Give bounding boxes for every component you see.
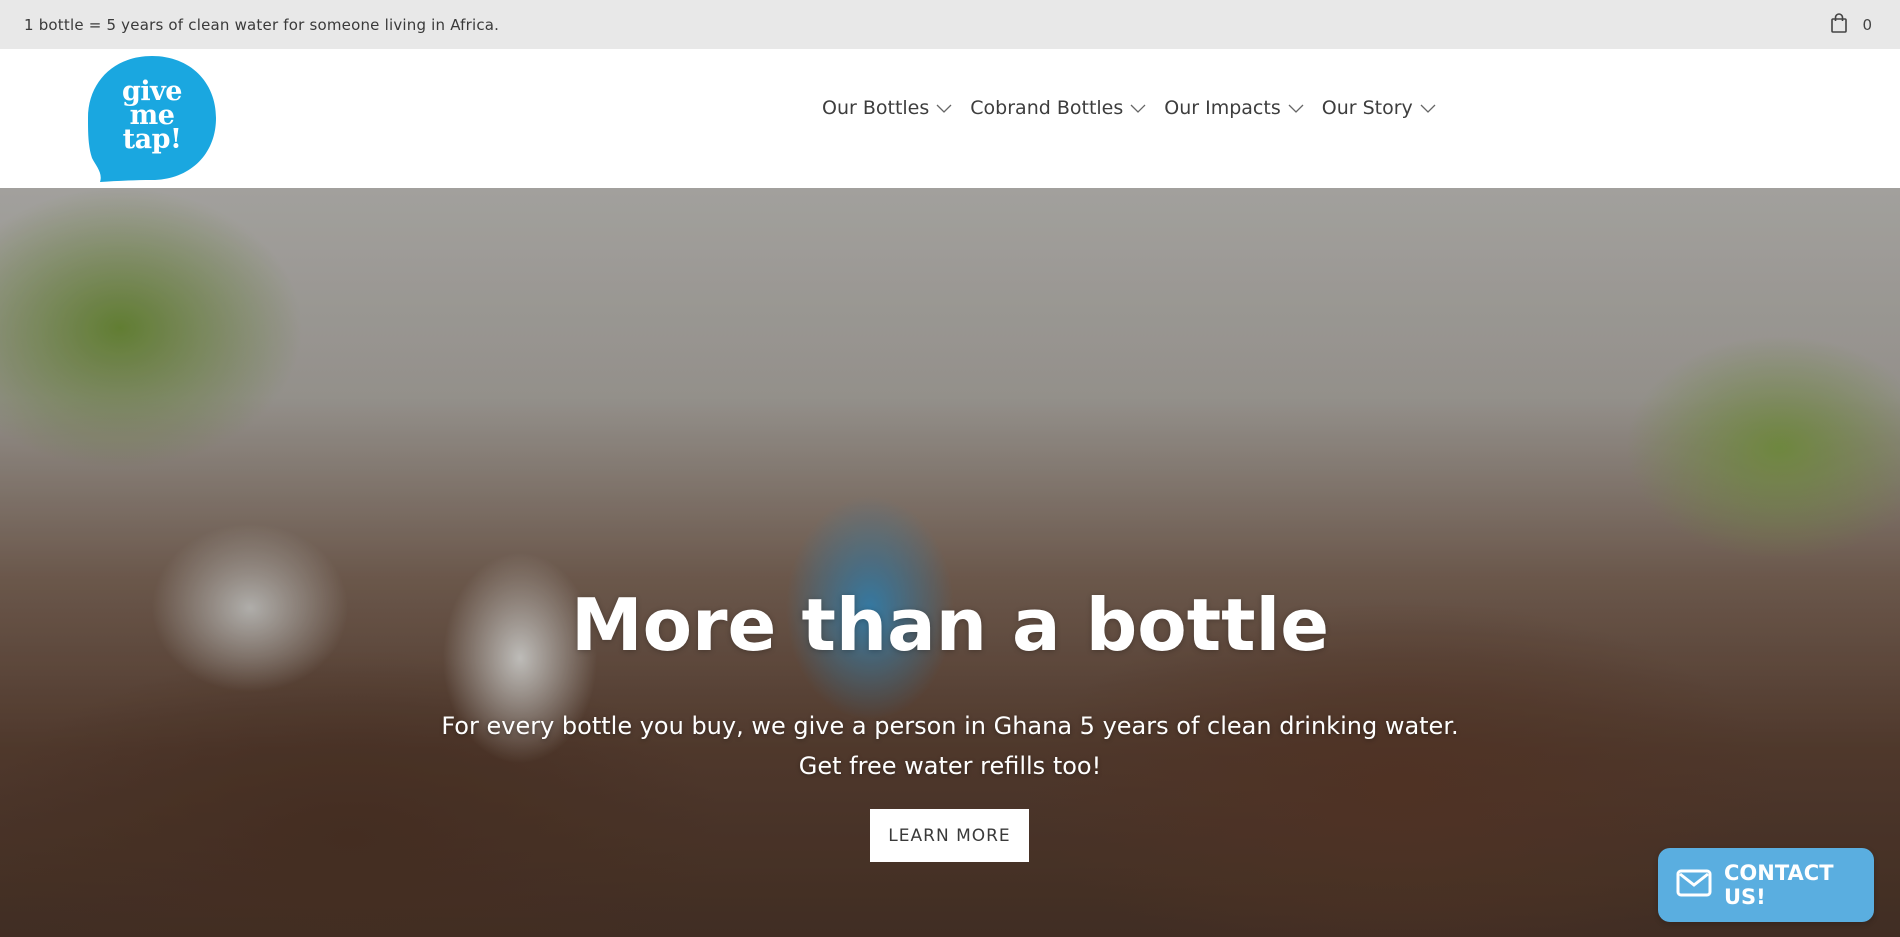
chevron-down-icon (936, 97, 952, 119)
nav-item-label: Our Story (1321, 97, 1413, 119)
announcement-text: 1 bottle = 5 years of clean water for so… (24, 15, 500, 34)
chevron-down-icon (1420, 97, 1436, 119)
contact-us-button[interactable]: CONTACT US! (1658, 848, 1874, 922)
nav-item-label: Cobrand Bottles (970, 97, 1124, 119)
hero-subtitle: For every bottle you buy, we give a pers… (0, 706, 1900, 786)
cart-count: 0 (1862, 15, 1872, 34)
logo-line-tap: tap! (122, 124, 182, 155)
chevron-down-icon (1130, 97, 1146, 119)
hero-content: More than a bottle For every bottle you … (0, 188, 1900, 937)
nav-item-label: Our Impacts (1164, 97, 1281, 119)
hero-banner: More than a bottle For every bottle you … (0, 188, 1900, 937)
main-nav: Our Bottles Cobrand Bottles Our Impacts … (822, 97, 1436, 119)
nav-item-our-impacts[interactable]: Our Impacts (1164, 97, 1304, 119)
chevron-down-icon (1288, 97, 1304, 119)
nav-item-label: Our Bottles (822, 97, 930, 119)
site-header: give me tap! Our Bottles Cobrand Bottles… (0, 49, 1900, 188)
announcement-bar: 1 bottle = 5 years of clean water for so… (0, 0, 1900, 49)
givemetap-logo[interactable]: give me tap! (86, 54, 218, 183)
logo-text: give me tap! (86, 78, 218, 155)
nav-item-cobrand-bottles[interactable]: Cobrand Bottles (970, 97, 1146, 119)
hero-title: More than a bottle (570, 583, 1330, 667)
contact-us-label: CONTACT US! (1724, 861, 1834, 909)
learn-more-button[interactable]: LEARN MORE (870, 809, 1029, 862)
envelope-icon (1676, 869, 1712, 902)
shopping-bag-icon (1830, 12, 1848, 37)
hero-subtitle-line-1: For every bottle you buy, we give a pers… (441, 712, 1459, 740)
cart-button[interactable]: 0 (1830, 12, 1872, 37)
nav-item-our-story[interactable]: Our Story (1322, 97, 1436, 119)
hero-subtitle-line-2: Get free water refills too! (798, 752, 1102, 780)
nav-item-our-bottles[interactable]: Our Bottles (822, 97, 952, 119)
